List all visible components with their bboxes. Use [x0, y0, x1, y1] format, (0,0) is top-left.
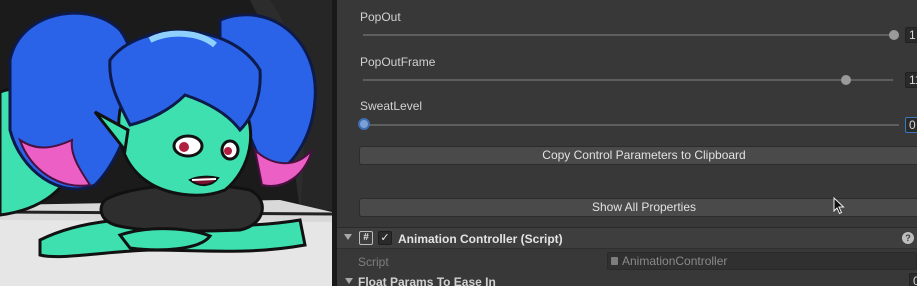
slider-track-popoutframe[interactable]: [363, 79, 893, 81]
prop-label-popoutframe: PopOutFrame: [360, 55, 436, 69]
prop-label-popout: PopOut: [360, 10, 401, 24]
slider-thumb-popout[interactable]: [889, 30, 899, 40]
character-illustration: [0, 0, 332, 286]
inspector-panel: PopOut 1 PopOutFrame 11 SweatLevel 0 Cop…: [337, 0, 917, 286]
float-params-row[interactable]: Float Params To Ease In 0: [337, 272, 917, 286]
component-enabled-checkbox[interactable]: ✓: [378, 231, 392, 245]
checkmark-icon: ✓: [380, 232, 390, 244]
mouse-cursor-icon: [833, 197, 845, 215]
component-header[interactable]: # ✓ Animation Controller (Script) ?: [337, 227, 917, 249]
foldout-arrow-icon[interactable]: [344, 234, 352, 240]
script-icon: #: [359, 231, 373, 245]
slider-thumb-popoutframe[interactable]: [841, 75, 851, 85]
component-title: Animation Controller (Script): [398, 232, 563, 246]
float-params-count-field[interactable]: 0: [909, 273, 917, 286]
slider-track-sweatlevel[interactable]: [363, 124, 899, 126]
copy-control-parameters-button[interactable]: Copy Control Parameters to Clipboard: [359, 146, 917, 165]
foldout-arrow-icon[interactable]: [345, 278, 353, 284]
slider-track-popout[interactable]: [363, 34, 893, 36]
value-field-sweatlevel[interactable]: 0: [905, 117, 917, 133]
value-field-popoutframe[interactable]: 11: [905, 72, 917, 88]
script-row: Script AnimationController: [337, 252, 917, 270]
prop-label-sweatlevel: SweatLevel: [360, 99, 423, 113]
script-object-field[interactable]: AnimationController: [607, 252, 917, 270]
float-params-label: Float Params To Ease In: [358, 275, 496, 286]
script-object-value: AnimationController: [622, 254, 728, 268]
script-asset-icon: [611, 257, 618, 265]
help-icon[interactable]: ?: [902, 232, 914, 244]
scene-view[interactable]: [0, 0, 332, 286]
script-label: Script: [358, 255, 389, 269]
value-field-popout[interactable]: 1: [905, 27, 917, 43]
slider-thumb-sweatlevel[interactable]: [358, 118, 370, 130]
